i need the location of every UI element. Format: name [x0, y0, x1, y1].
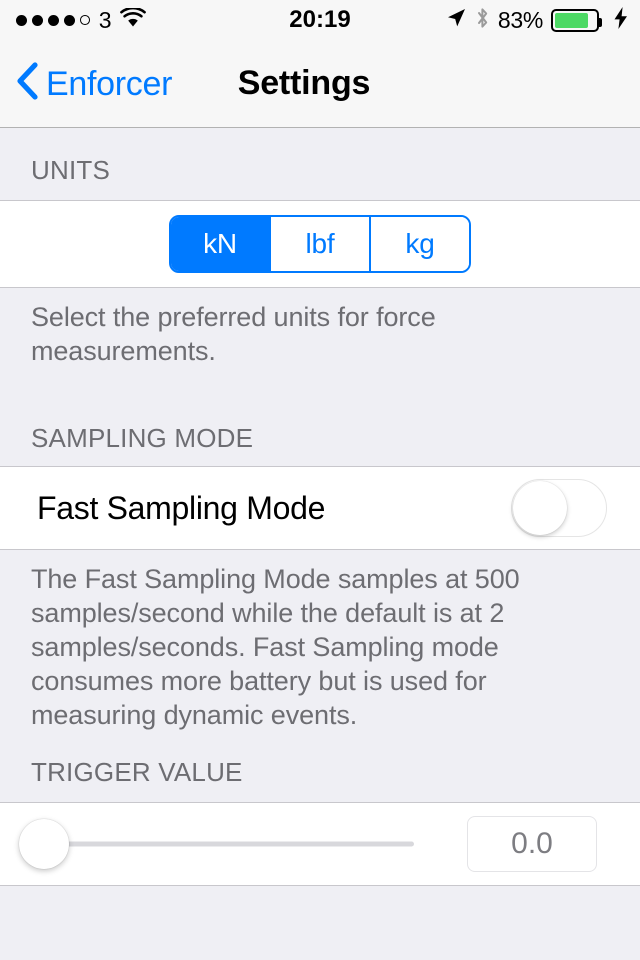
toggle-knob: [513, 481, 567, 535]
units-segmented-control[interactable]: kN lbf kg: [169, 215, 471, 273]
battery-cap: [599, 17, 602, 27]
fast-sampling-mode-toggle[interactable]: [511, 479, 607, 537]
trigger-value-input[interactable]: 0.0: [467, 816, 597, 872]
slider-thumb[interactable]: [19, 819, 69, 869]
list-bottom-spacer: [0, 886, 640, 926]
section-header-trigger-value: TRIGGER VALUE: [31, 757, 243, 787]
status-bar: 3 20:19 83%: [0, 0, 640, 40]
bluetooth-icon: [475, 6, 490, 35]
battery-percent-label: 83%: [497, 6, 543, 33]
fast-sampling-mode-label: Fast Sampling Mode: [37, 489, 326, 526]
section-header-units: UNITS: [31, 155, 110, 185]
back-button[interactable]: Enforcer: [16, 40, 172, 127]
status-bar-right: 83%: [445, 0, 628, 40]
segment-kg[interactable]: kg: [371, 217, 469, 271]
units-cell: kN lbf kg: [0, 200, 640, 288]
slider-track: [44, 841, 414, 847]
location-arrow-icon: [445, 7, 467, 34]
trigger-value-row: 0.0: [0, 802, 640, 886]
section-footer-sampling-mode: The Fast Sampling Mode samples at 500 sa…: [31, 564, 520, 731]
section-header-sampling-mode: SAMPLING MODE: [31, 423, 254, 453]
battery-fill: [555, 12, 589, 28]
segment-kn[interactable]: kN: [171, 217, 271, 271]
back-button-label: Enforcer: [46, 64, 173, 103]
battery-icon: [551, 8, 602, 32]
navigation-bar: Enforcer Settings: [0, 40, 640, 128]
app-screen: 3 20:19 83% Enforcer Settings UNITS kN l…: [0, 0, 640, 960]
status-bar-clock: 20:19: [289, 6, 351, 33]
section-footer-units: Select the preferred units for force mea…: [31, 302, 436, 367]
fast-sampling-mode-row[interactable]: Fast Sampling Mode: [0, 466, 640, 550]
segment-lbf[interactable]: lbf: [271, 217, 371, 271]
chevron-left-icon: [16, 62, 38, 105]
lightning-bolt-icon: [614, 6, 628, 34]
trigger-value-slider[interactable]: [19, 814, 414, 874]
settings-list: UNITS kN lbf kg Select the preferred uni…: [0, 128, 640, 960]
